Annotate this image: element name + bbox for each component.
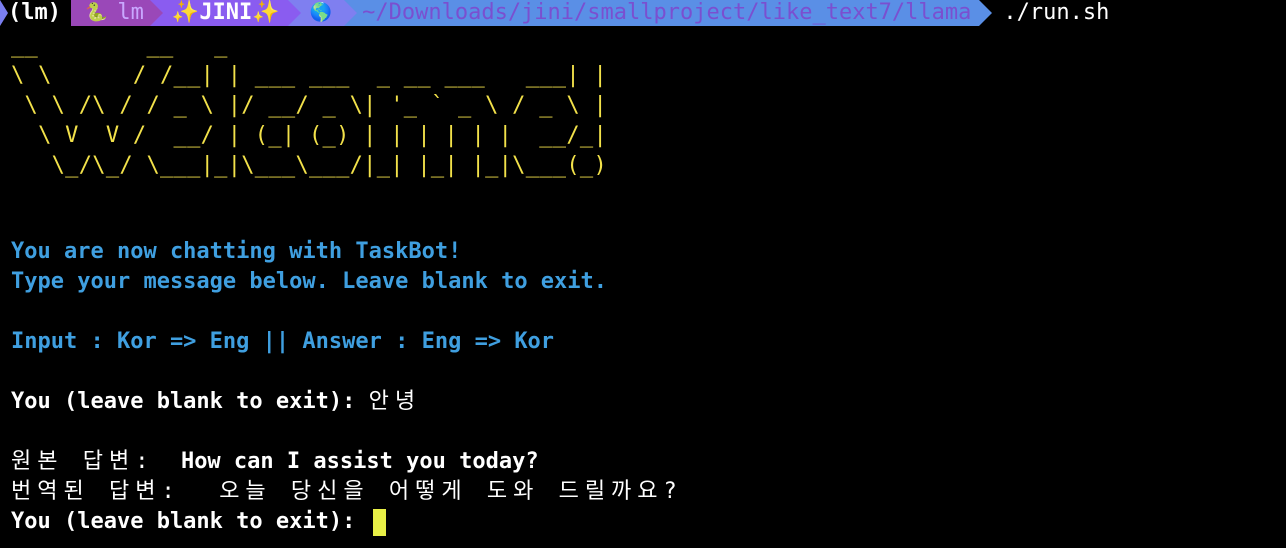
original-answer-line: 원본 답변: How can I assist you today? [11, 447, 539, 477]
segment-separator-icon [344, 0, 358, 26]
user-name-segment: ✨ JINI ✨ [149, 0, 301, 26]
intro-line-1: You are now chatting with TaskBot! [11, 239, 462, 264]
text-cursor[interactable] [372, 508, 386, 536]
command-text: ./run.sh [1003, 0, 1110, 25]
segment-separator-icon [287, 0, 301, 26]
python-env-segment: 🐍 lm [70, 0, 163, 26]
prompt-bar: (lm) 🐍 lm ✨ JINI ✨ 🌎 ~/Downloads/jini/small… [0, 0, 1109, 26]
welcome-ascii-banner: __ __ _ \ \ / /__| | ___ ___ _ __ ___ __… [11, 33, 607, 178]
terminal-window[interactable]: (lm) 🐍 lm ✨ JINI ✨ 🌎 ~/Downloads/jini/small… [0, 0, 1286, 548]
prompt-start-arrow-icon [0, 0, 8, 26]
path-segment: ~/Downloads/jini/smallproject/like_text7… [344, 0, 993, 26]
python-snake-icon: 🐍 [84, 2, 108, 23]
translated-answer-line: 번역된 답변: 오늘 당신을 어떻게 도와 드릴까요? [11, 477, 683, 507]
python-env-label: lm [117, 0, 144, 25]
sparkle-icon: ✨ [252, 0, 280, 25]
user-message: 안녕 [368, 389, 422, 414]
original-answer-text: How can I assist you today? [154, 449, 539, 474]
input-prompt-label: You (leave blank to exit): [11, 389, 369, 414]
intro-line-2: Type your message below. Leave blank to … [11, 269, 608, 294]
original-answer-label: 원본 답변: [11, 449, 155, 474]
user-input-line: You (leave blank to exit): 안녕 [11, 387, 421, 417]
segment-separator-icon [979, 0, 993, 26]
translated-answer-label: 번역된 답변: [11, 479, 181, 504]
translated-answer-text: 오늘 당신을 어떻게 도와 드릴까요? [180, 479, 683, 504]
globe-icon: 🌎 [309, 2, 333, 23]
env-label: (lm) [8, 0, 61, 25]
next-prompt-label: You (leave blank to exit): [11, 509, 369, 534]
sparkle-icon: ✨ [171, 0, 200, 25]
current-path: ~/Downloads/jini/smallproject/like_text7… [362, 0, 972, 25]
next-input-line[interactable]: You (leave blank to exit): [11, 507, 386, 537]
user-name: JINI [199, 0, 253, 25]
mode-line: Input : Kor => Eng || Answer : Eng => Ko… [11, 329, 555, 354]
segment-separator-icon [149, 0, 163, 26]
env-segment: (lm) [0, 0, 71, 26]
